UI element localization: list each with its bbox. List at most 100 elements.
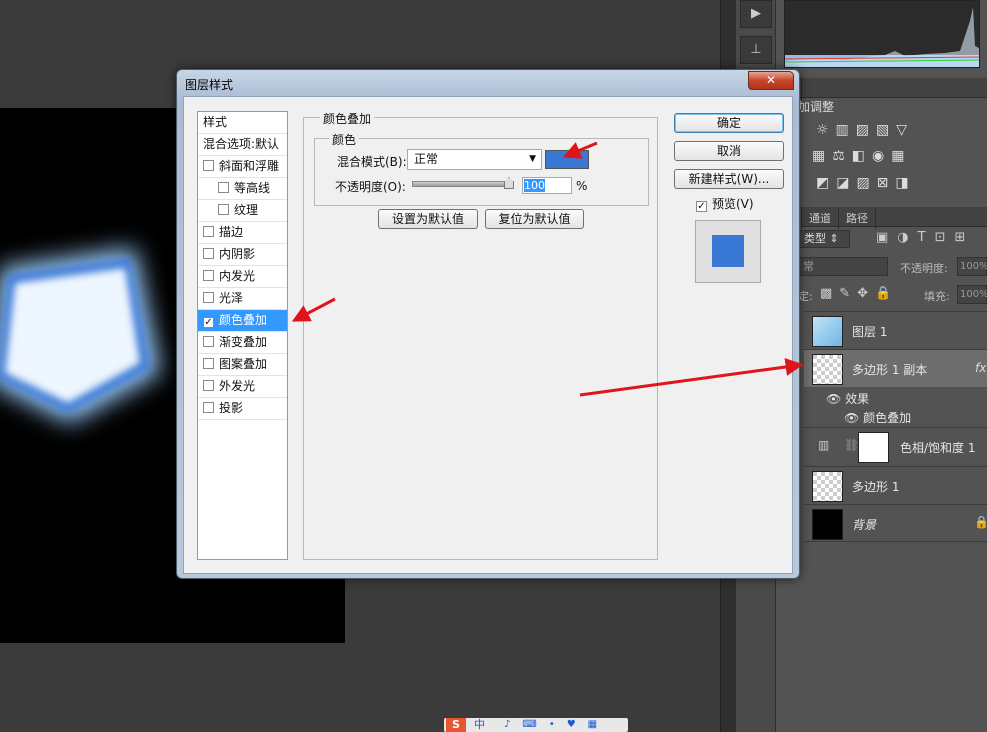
layer-item[interactable]: 图层 1: [804, 311, 987, 349]
style-item-label: 混合选项:默认: [203, 137, 280, 151]
style-checkbox[interactable]: [203, 248, 214, 259]
style-checkbox[interactable]: [203, 358, 214, 369]
blend-mode-select[interactable]: 正常 ▼: [407, 149, 542, 170]
style-checkbox[interactable]: [203, 402, 214, 413]
opacity-input[interactable]: 100: [522, 177, 572, 194]
tab-paths[interactable]: 路径: [839, 207, 876, 229]
layer-thumbnail: [812, 354, 843, 385]
style-item-label: 外发光: [219, 379, 256, 393]
style-item[interactable]: 混合选项:默认: [198, 134, 287, 156]
style-item[interactable]: 光泽: [198, 288, 287, 310]
blend-mode-select[interactable]: 常: [798, 257, 888, 276]
style-item-label: 颜色叠加: [219, 313, 268, 327]
lock-icons[interactable]: ▩✎✥🔒: [820, 286, 898, 301]
play-icon[interactable]: ▶: [740, 0, 772, 28]
layer-thumbnail: [812, 316, 843, 347]
eye-icon[interactable]: 👁: [826, 392, 841, 406]
preview-label: 预览(V): [712, 197, 754, 211]
ime-tool-icons[interactable]: ♪⌨•♥▦: [504, 718, 609, 732]
style-checkbox[interactable]: [218, 182, 229, 193]
style-item-label: 渐变叠加: [219, 335, 268, 349]
opacity-input[interactable]: 100%: [957, 257, 987, 276]
blend-mode-value: 正常: [414, 152, 439, 166]
dialog-title: 图层样式: [185, 78, 234, 92]
effect-item-label: 颜色叠加: [863, 411, 912, 425]
style-item[interactable]: 内发光: [198, 266, 287, 288]
style-checkbox[interactable]: ✓: [203, 317, 214, 328]
color-swatch[interactable]: [545, 150, 589, 169]
tab-channels[interactable]: 通道: [802, 207, 839, 229]
ok-button[interactable]: 确定: [674, 113, 784, 133]
style-item[interactable]: 图案叠加: [198, 354, 287, 376]
layer-filter-select[interactable]: 类型 ⇕: [798, 230, 850, 248]
clone-source-icon[interactable]: ⊥: [740, 36, 772, 64]
style-item[interactable]: 等高线: [198, 178, 287, 200]
layer-item[interactable]: ▥ ⛓ 色相/饱和度 1: [804, 427, 987, 465]
style-checkbox[interactable]: [203, 270, 214, 281]
layers-tabbar: 库通道路径: [776, 207, 987, 229]
style-item-label: 光泽: [219, 291, 244, 305]
layer-style-dialog: 图层样式 ✕ 样式混合选项:默认斜面和浮雕等高线纹理描边内阴影内发光光泽 ✓ 颜色叠…: [176, 69, 800, 579]
style-item[interactable]: 内阴影: [198, 244, 287, 266]
style-item-label: 斜面和浮雕: [219, 159, 280, 173]
style-item[interactable]: 外发光: [198, 376, 287, 398]
style-item[interactable]: 样式: [198, 112, 287, 134]
opacity-slider-track[interactable]: [412, 181, 514, 187]
lock-icon: 🔒: [974, 515, 987, 529]
style-checkbox[interactable]: [203, 226, 214, 237]
ime-logo-icon[interactable]: S: [446, 718, 466, 732]
layer-name: 多边形 1: [852, 480, 900, 494]
cancel-button[interactable]: 取消: [674, 141, 784, 161]
style-checkbox[interactable]: [203, 292, 214, 303]
layer-item[interactable]: 背景 🔒: [804, 504, 987, 542]
glowing-polygon-artwork: [0, 248, 160, 423]
style-item[interactable]: 斜面和浮雕: [198, 156, 287, 178]
preview-checkbox[interactable]: ✓: [696, 201, 707, 212]
adjustments-title: 加调整: [798, 100, 835, 114]
style-item-label: 描边: [219, 225, 244, 239]
style-item[interactable]: 投影: [198, 398, 287, 420]
eye-icon[interactable]: 👁: [844, 411, 859, 425]
style-item[interactable]: ✓ 颜色叠加: [198, 310, 287, 332]
effects-row[interactable]: 👁 效果: [826, 390, 869, 407]
style-checkbox[interactable]: [203, 160, 214, 171]
fill-input[interactable]: 100%: [957, 285, 987, 304]
mask-thumbnail: [858, 432, 889, 463]
filter-icons[interactable]: ▣◑T⊡⊞: [876, 230, 974, 245]
new-style-button[interactable]: 新建样式(W)...: [674, 169, 784, 189]
layer-name: 色相/饱和度 1: [900, 441, 976, 455]
preview-checkbox-row[interactable]: ✓ 预览(V): [696, 195, 754, 212]
layer-item[interactable]: 多边形 1: [804, 466, 987, 504]
opacity-unit: %: [576, 179, 588, 193]
layer-name: 多边形 1 副本: [852, 363, 928, 377]
layer-name: 背景: [852, 518, 877, 532]
layer-item-selected[interactable]: 多边形 1 副本 fx: [804, 349, 987, 387]
style-item-label: 内阴影: [219, 247, 256, 261]
effect-item-row[interactable]: 👁 颜色叠加: [844, 409, 911, 426]
styles-list: 样式混合选项:默认斜面和浮雕等高线纹理描边内阴影内发光光泽 ✓ 颜色叠加渐变叠加图案…: [197, 111, 288, 560]
fx-icon[interactable]: fx: [975, 361, 986, 375]
style-item-label: 纹理: [234, 203, 259, 217]
style-checkbox[interactable]: [203, 380, 214, 391]
link-icon[interactable]: ⛓: [844, 438, 859, 452]
style-item-label: 投影: [219, 401, 244, 415]
close-button[interactable]: ✕: [748, 71, 794, 90]
layer-thumbnail: [812, 509, 843, 540]
style-item[interactable]: 描边: [198, 222, 287, 244]
adjustment-icons-row-3[interactable]: ◩◪▨⊠◨: [816, 175, 916, 197]
style-item-label: 内发光: [219, 269, 256, 283]
style-item[interactable]: 纹理: [198, 200, 287, 222]
style-item[interactable]: 渐变叠加: [198, 332, 287, 354]
style-checkbox[interactable]: [218, 204, 229, 215]
dropdown-arrow-icon: ▼: [529, 154, 536, 164]
adjustment-icons-row-2[interactable]: ▦⚖◧◉▦: [812, 148, 911, 170]
reset-default-button[interactable]: 复位为默认值: [485, 209, 584, 229]
set-default-button[interactable]: 设置为默认值: [378, 209, 478, 229]
dialog-body: 样式混合选项:默认斜面和浮雕等高线纹理描边内阴影内发光光泽 ✓ 颜色叠加渐变叠加图案…: [183, 96, 793, 574]
adjustment-icons-row-1[interactable]: ☼▥▨▧▽: [816, 122, 914, 144]
ime-mode-label[interactable]: 中: [474, 718, 485, 732]
fill-label: 填充:: [924, 290, 950, 303]
histogram: [784, 0, 980, 68]
color-group-title: 颜色: [329, 131, 360, 148]
style-checkbox[interactable]: [203, 336, 214, 347]
